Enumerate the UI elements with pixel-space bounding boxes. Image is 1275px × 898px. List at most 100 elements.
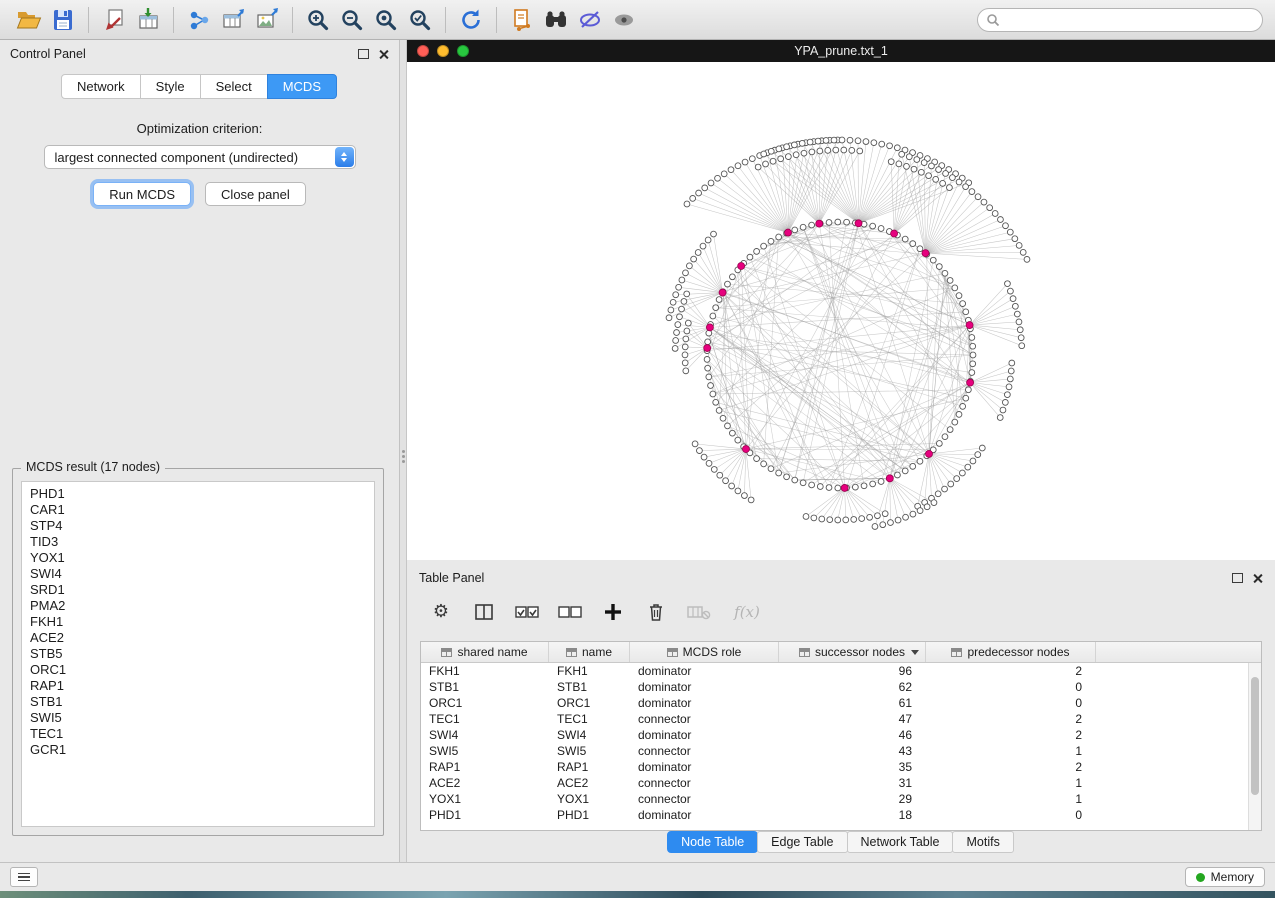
- table-row[interactable]: FKH1FKH1dominator962: [421, 663, 1261, 679]
- mcds-result-item[interactable]: STB1: [22, 694, 374, 710]
- cell-successor-nodes: 62: [779, 680, 926, 694]
- mcds-result-group: MCDS result (17 nodes) PHD1CAR1STP4TID3Y…: [12, 468, 384, 836]
- column-grid-icon: [667, 648, 678, 657]
- table-row[interactable]: ACE2ACE2connector311: [421, 775, 1261, 791]
- hide-button[interactable]: [573, 5, 607, 35]
- find-button[interactable]: [539, 5, 573, 35]
- zoom-in-button[interactable]: [301, 5, 335, 35]
- panel-splitter[interactable]: [400, 40, 407, 862]
- mcds-result-item[interactable]: YOX1: [22, 550, 374, 566]
- export-network-button[interactable]: [182, 5, 216, 35]
- column-header-predecessor-nodes[interactable]: predecessor nodes: [926, 642, 1096, 662]
- table-row[interactable]: YOX1YOX1connector291: [421, 791, 1261, 807]
- mcds-result-item[interactable]: GCR1: [22, 742, 374, 758]
- import-table-button[interactable]: [131, 5, 165, 35]
- zoom-selected-button[interactable]: [403, 5, 437, 35]
- table-scrollbar-thumb[interactable]: [1251, 677, 1259, 795]
- table-panel-header: Table Panel: [407, 565, 1275, 591]
- table-row[interactable]: STB1STB1dominator620: [421, 679, 1261, 695]
- mcds-result-item[interactable]: RAP1: [22, 678, 374, 694]
- share-document-button[interactable]: [505, 5, 539, 35]
- column-header-MCDS-role[interactable]: MCDS role: [630, 642, 779, 662]
- mcds-result-item[interactable]: STP4: [22, 518, 374, 534]
- cell-shared-name: YOX1: [421, 792, 549, 806]
- zoom-in-icon: [305, 7, 331, 33]
- node-table: shared namenameMCDS role successor nodes p…: [420, 641, 1262, 831]
- toolbar-separator: [496, 7, 497, 33]
- tab-select[interactable]: Select: [200, 74, 268, 99]
- tab-edge-table[interactable]: Edge Table: [757, 831, 847, 853]
- status-menu-button[interactable]: [10, 867, 38, 887]
- open-folder-button[interactable]: [12, 5, 46, 35]
- refresh-layout-icon: [458, 7, 484, 33]
- search-input[interactable]: [1005, 12, 1254, 28]
- mcds-result-item[interactable]: SRD1: [22, 582, 374, 598]
- mcds-result-list[interactable]: PHD1CAR1STP4TID3YOX1SWI4SRD1PMA2FKH1ACE2…: [21, 481, 375, 827]
- table-row[interactable]: SWI5SWI5connector431: [421, 743, 1261, 759]
- tab-mcds[interactable]: MCDS: [267, 74, 337, 99]
- float-panel-icon[interactable]: [358, 49, 369, 59]
- refresh-layout-button[interactable]: [454, 5, 488, 35]
- dropdown-stepper-icon: [335, 147, 354, 167]
- float-table-panel-icon[interactable]: [1232, 573, 1243, 583]
- mcds-result-item[interactable]: TEC1: [22, 726, 374, 742]
- show-columns-button[interactable]: [472, 600, 496, 624]
- save-button[interactable]: [46, 5, 80, 35]
- column-header-shared-name[interactable]: shared name: [421, 642, 549, 662]
- table-row[interactable]: RAP1RAP1dominator352: [421, 759, 1261, 775]
- tab-network[interactable]: Network: [61, 74, 141, 99]
- column-header-successor-nodes[interactable]: successor nodes: [779, 642, 926, 662]
- export-image-button[interactable]: [250, 5, 284, 35]
- close-panel-icon[interactable]: [378, 49, 389, 60]
- mcds-result-item[interactable]: PMA2: [22, 598, 374, 614]
- mcds-result-item[interactable]: PHD1: [22, 486, 374, 502]
- mcds-result-item[interactable]: CAR1: [22, 502, 374, 518]
- column-label: successor nodes: [815, 645, 905, 659]
- function-builder-button[interactable]: f(x): [730, 600, 764, 624]
- zoom-fit-button[interactable]: [369, 5, 403, 35]
- tab-node-table[interactable]: Node Table: [667, 831, 758, 853]
- cell-MCDS-role: connector: [630, 776, 779, 790]
- save-icon: [50, 7, 76, 33]
- tab-style[interactable]: Style: [140, 74, 201, 99]
- run-mcds-button[interactable]: Run MCDS: [93, 182, 191, 206]
- table-row[interactable]: SWI4SWI4dominator462: [421, 727, 1261, 743]
- mcds-result-item[interactable]: ORC1: [22, 662, 374, 678]
- table-row[interactable]: PHD1PHD1dominator180: [421, 807, 1261, 823]
- table-row[interactable]: TEC1TEC1connector472: [421, 711, 1261, 727]
- mcds-result-item[interactable]: ACE2: [22, 630, 374, 646]
- deselect-all-button[interactable]: [558, 600, 582, 624]
- node-table-header: shared namenameMCDS role successor nodes p…: [421, 642, 1261, 663]
- mcds-result-item[interactable]: SWI4: [22, 566, 374, 582]
- close-table-panel-icon[interactable]: [1252, 573, 1263, 584]
- export-table-button[interactable]: [216, 5, 250, 35]
- cell-predecessor-nodes: 2: [926, 712, 1096, 726]
- hide-table-button[interactable]: [687, 600, 711, 624]
- column-header-name[interactable]: name: [549, 642, 630, 662]
- mcds-result-item[interactable]: STB5: [22, 646, 374, 662]
- search-box[interactable]: [977, 8, 1263, 32]
- show-button[interactable]: [607, 5, 641, 35]
- mcds-result-item[interactable]: SWI5: [22, 710, 374, 726]
- import-network-button[interactable]: [97, 5, 131, 35]
- cell-name: TEC1: [549, 712, 630, 726]
- delete-row-button[interactable]: [644, 600, 668, 624]
- hide-table-icon: [687, 603, 711, 621]
- tab-network-table[interactable]: Network Table: [847, 831, 954, 853]
- select-all-button[interactable]: [515, 600, 539, 624]
- optimization-criterion-dropdown[interactable]: largest connected component (undirected): [44, 145, 356, 169]
- network-canvas[interactable]: [407, 62, 1275, 560]
- add-row-button[interactable]: [601, 600, 625, 624]
- mcds-result-item[interactable]: TID3: [22, 534, 374, 550]
- mcds-result-item[interactable]: FKH1: [22, 614, 374, 630]
- table-settings-button[interactable]: ⚙: [429, 600, 453, 624]
- cell-shared-name: STB1: [421, 680, 549, 694]
- tab-motifs[interactable]: Motifs: [952, 831, 1013, 853]
- zoom-out-button[interactable]: [335, 5, 369, 35]
- close-panel-button[interactable]: Close panel: [205, 182, 306, 206]
- table-scrollbar[interactable]: [1248, 663, 1261, 830]
- memory-button[interactable]: Memory: [1185, 867, 1265, 887]
- table-row[interactable]: ORC1ORC1dominator610: [421, 695, 1261, 711]
- network-window-titlebar[interactable]: YPA_prune.txt_1: [407, 40, 1275, 62]
- export-network-icon: [186, 7, 212, 33]
